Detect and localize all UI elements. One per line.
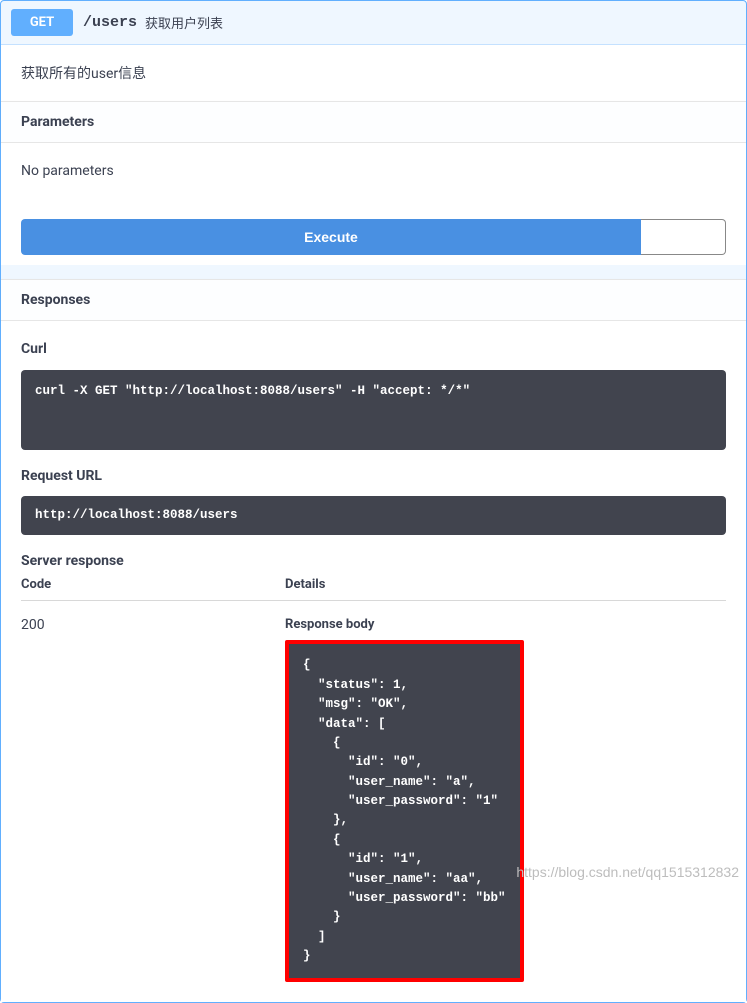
server-response-label: Server response — [21, 553, 726, 569]
code-column-header: Code — [21, 577, 285, 592]
clear-button[interactable] — [641, 219, 726, 255]
parameters-header: Parameters — [1, 101, 746, 143]
request-url-label: Request URL — [21, 468, 726, 484]
response-body-content[interactable]: { "status": 1, "msg": "OK", "data": [ { … — [289, 644, 520, 978]
operation-summary[interactable]: GET /users 获取用户列表 — [1, 1, 746, 44]
parameters-body: No parameters — [1, 143, 746, 199]
responses-body: Curl curl -X GET "http://localhost:8088/… — [1, 321, 746, 1002]
http-method-badge: GET — [11, 9, 73, 36]
response-table-header: Code Details — [21, 577, 726, 601]
request-url-value[interactable]: http://localhost:8088/users — [21, 496, 726, 535]
execute-wrapper: Execute — [1, 199, 746, 265]
endpoint-summary: 获取用户列表 — [145, 13, 223, 32]
endpoint-description: 获取所有的user信息 — [1, 45, 746, 101]
response-body-highlight: { "status": 1, "msg": "OK", "data": [ { … — [285, 640, 524, 982]
curl-label: Curl — [21, 341, 726, 357]
operation-body: 获取所有的user信息 Parameters No parameters Exe… — [1, 44, 746, 1002]
execute-button[interactable]: Execute — [21, 219, 641, 255]
details-column-header: Details — [285, 577, 726, 592]
response-status-code: 200 — [21, 617, 285, 982]
response-row: 200 Response body { "status": 1, "msg": … — [21, 601, 726, 982]
curl-command[interactable]: curl -X GET "http://localhost:8088/users… — [21, 370, 726, 450]
endpoint-path: /users — [83, 14, 137, 31]
no-parameters-text: No parameters — [21, 163, 726, 179]
operation-block: GET /users 获取用户列表 获取所有的user信息 Parameters… — [0, 0, 747, 1003]
responses-header: Responses — [1, 279, 746, 321]
response-detail: Response body { "status": 1, "msg": "OK"… — [285, 617, 726, 982]
response-body-label: Response body — [285, 617, 726, 632]
